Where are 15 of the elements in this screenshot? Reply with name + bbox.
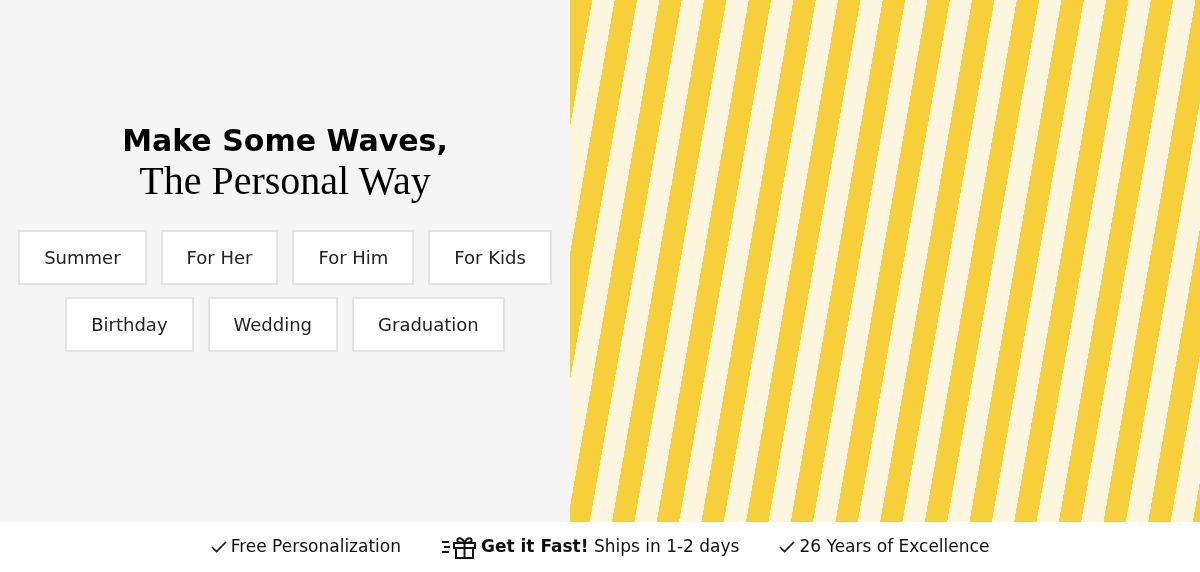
category-button[interactable]: Birthday [65,297,194,352]
category-button[interactable]: For Him [292,230,415,285]
subheadline: The Personal Way [139,160,431,202]
benefit-text: Get it Fast! Ships in 1-2 days [481,535,740,559]
benefit-text: 26 Years of Excellence [799,535,990,559]
category-button[interactable]: Wedding [207,297,339,352]
category-button[interactable]: For Her [160,230,279,285]
gift-icon [441,535,477,559]
checkmark-icon [210,540,227,554]
category-button[interactable]: For Kids [428,230,552,285]
category-button[interactable]: Summer [18,230,147,285]
category-button[interactable]: Graduation [352,297,505,352]
headline: Make Some Waves, [122,122,448,160]
checkmark-icon [779,540,796,554]
benefit-text: Free Personalization [230,535,401,559]
